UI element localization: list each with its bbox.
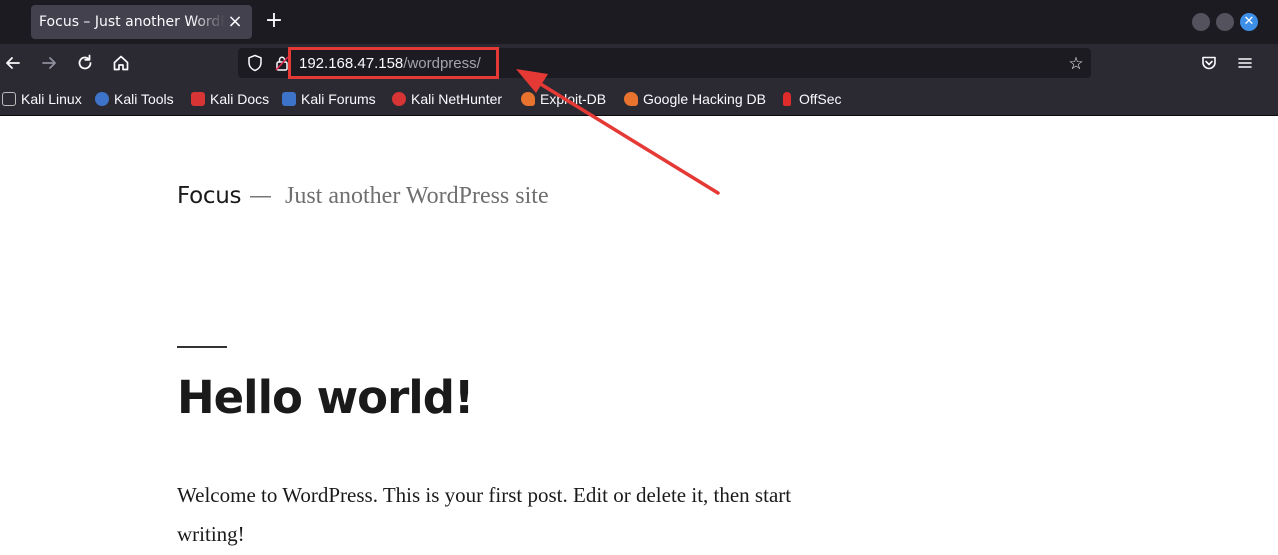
plus-icon[interactable]: +	[263, 10, 285, 34]
site-description: Just another WordPress site	[285, 183, 549, 209]
site-title-separator: —	[249, 183, 272, 209]
back-icon[interactable]	[2, 53, 24, 75]
home-icon[interactable]	[110, 53, 132, 75]
close-icon[interactable]: ×	[226, 13, 244, 31]
bookmark-kali-nethunter[interactable]: Kali NetHunter	[392, 91, 502, 109]
tracking-protection-shield-icon[interactable]	[247, 54, 263, 72]
bookmark-star-icon[interactable]: ☆	[1066, 54, 1086, 74]
post-title[interactable]: Hello world!	[177, 371, 474, 424]
post-body: Welcome to WordPress. This is your first…	[177, 483, 792, 546]
tab-bar: Focus – Just another WordPress site × + …	[0, 0, 1278, 44]
minimize-icon[interactable]	[1192, 13, 1210, 31]
offsec-icon	[783, 92, 791, 106]
site-title[interactable]: Focus	[177, 183, 241, 209]
bookmark-exploit-db[interactable]: Exploit-DB	[521, 91, 606, 109]
bookmark-label: OffSec	[799, 91, 842, 107]
bookmark-kali-linux[interactable]: Kali Linux	[2, 91, 82, 109]
tab-title: Focus – Just another WordPress site	[39, 14, 225, 30]
post-divider	[177, 346, 227, 348]
window-close-icon[interactable]: ✕	[1240, 13, 1258, 31]
bookmark-label: Exploit-DB	[540, 91, 607, 107]
bookmark-kali-docs[interactable]: Kali Docs	[191, 91, 269, 109]
bookmark-kali-forums[interactable]: Kali Forums	[282, 91, 376, 109]
bookmark-google-hacking-db[interactable]: Google Hacking DB	[624, 91, 766, 109]
bookmark-kali-tools[interactable]: Kali Tools	[95, 91, 174, 109]
bookmark-label: Kali Tools	[114, 91, 174, 107]
menu-hamburger-icon[interactable]	[1235, 54, 1255, 74]
bookmark-label: Google Hacking DB	[643, 91, 766, 107]
bookmark-label: Kali Docs	[210, 91, 270, 107]
pocket-icon[interactable]	[1199, 54, 1219, 74]
bookmark-label: Kali NetHunter	[411, 91, 503, 107]
kali-nethunter-icon	[392, 92, 406, 106]
kali-docs-icon	[191, 92, 205, 106]
ghdb-icon	[624, 92, 638, 106]
bookmark-offsec[interactable]: OffSec	[783, 91, 842, 109]
exploit-db-icon	[521, 92, 535, 106]
bookmark-label: Kali Linux	[21, 91, 82, 107]
maximize-icon[interactable]	[1216, 13, 1234, 31]
forward-icon[interactable]	[38, 53, 60, 75]
insecure-lock-icon[interactable]	[275, 55, 289, 71]
reload-icon[interactable]	[74, 53, 96, 75]
kali-dragon-icon	[2, 92, 16, 106]
kali-tools-icon	[95, 92, 109, 106]
active-tab[interactable]: Focus – Just another WordPress site ×	[31, 5, 252, 39]
bookmark-label: Kali Forums	[301, 91, 376, 107]
kali-forums-icon	[282, 92, 296, 106]
annotation-highlight-box	[288, 47, 499, 79]
